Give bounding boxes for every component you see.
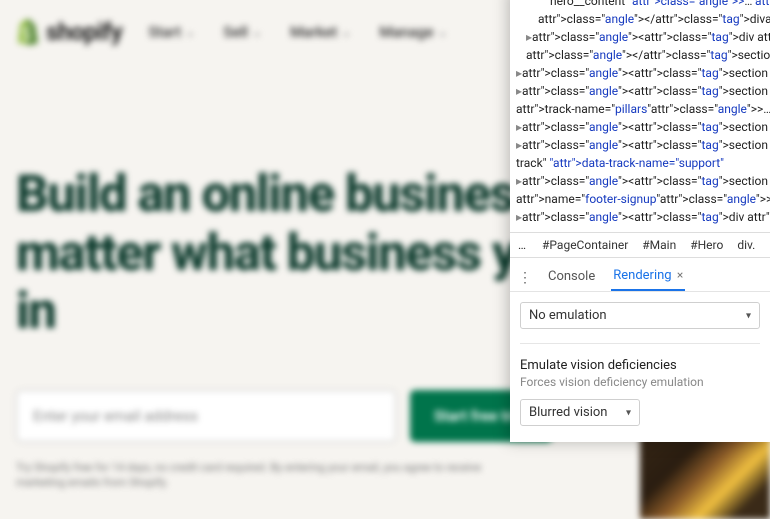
dom-tree-line[interactable]: hero__content""attr">class="angle">>…"at… [550,0,764,10]
nav-label: Manage [379,23,433,41]
vision-deficiency-select[interactable]: Blurred vision ▾ [520,399,640,426]
rendering-panel: No emulation ▾ Emulate vision deficienci… [510,292,770,442]
nav-label: Market [290,23,337,41]
drawer-tabs: ⋮ Console Rendering × [510,258,770,292]
caret-down-icon: ▾ [626,407,631,418]
dom-tree-line[interactable]: attr">name="footer-signup"attr">class="a… [516,190,764,208]
close-icon[interactable]: × [677,268,683,282]
css-media-emulation-select[interactable]: No emulation ▾ [520,302,760,329]
breadcrumb-item[interactable]: #Main [642,238,676,252]
shopify-bag-icon [16,19,40,45]
breadcrumb-item[interactable]: #Hero [690,238,723,252]
nav-item-start[interactable]: Start ⌄ [148,23,195,41]
breadcrumb-more[interactable]: … [518,238,528,252]
breadcrumb-item[interactable]: #PageContainer [542,238,628,252]
select-value: Blurred vision [529,405,608,420]
nav-item-market[interactable]: Market ⌄ [290,23,351,41]
dom-tree-line[interactable]: ▸attr">class="angle"><attr">class="tag">… [516,64,764,82]
nav-item-sell[interactable]: Sell ⌄ [223,23,262,41]
tab-label: Rendering [613,268,671,283]
fineprint: Try Shopify free for 14 days, no credit … [16,460,516,491]
dom-tree-line[interactable]: attr">track-name="pillars"attr">class="a… [516,100,764,118]
nav-label: Start [148,23,181,41]
select-value: No emulation [529,308,607,323]
chevron-down-icon: ⌄ [185,25,195,39]
dom-tree-line[interactable]: ▸attr">class="angle"><attr">class="tag">… [516,136,764,154]
breadcrumb[interactable]: … #PageContainer #Main #Hero div. [510,232,770,258]
dom-tree-line[interactable]: track" "attr">data-track-name="support" [516,154,764,172]
tab-console[interactable]: Console [546,265,597,290]
dom-tree-line[interactable]: ▸attr">class="angle"><attr">class="tag">… [516,208,764,226]
vision-deficiency-section: Emulate vision deficiencies Forces visio… [520,358,760,426]
dom-tree-line[interactable]: attr">class="angle"></attr">class="tag">… [538,10,764,28]
nav-label: Sell [223,23,248,41]
chevron-down-icon: ⌄ [438,25,448,39]
dom-tree-line[interactable]: ▸attr">class="angle"><attr">class="tag">… [516,172,764,190]
dom-tree-line[interactable]: ▸attr">class="angle"><attr">class="tag">… [526,28,764,46]
brand-name: shopify [46,18,122,46]
chevron-down-icon: ⌄ [341,25,351,39]
tab-rendering[interactable]: Rendering × [611,264,685,291]
caret-down-icon: ▾ [746,310,751,321]
kebab-menu-icon[interactable]: ⋮ [518,271,532,285]
dom-tree-line[interactable]: ▸attr">class="angle"><attr">class="tag">… [516,118,764,136]
shopify-logo[interactable]: shopify [16,18,122,46]
chevron-down-icon: ⌄ [252,25,262,39]
email-field[interactable]: Enter your email address [16,390,396,442]
section-subtitle: Forces vision deficiency emulation [520,375,760,389]
dom-tree-line[interactable]: ▸attr">class="angle"><attr">class="tag">… [516,82,764,100]
dom-tree-line[interactable]: attr">class="angle"></attr">class="tag">… [526,46,764,64]
nav-item-manage[interactable]: Manage ⌄ [379,23,447,41]
elements-dom-tree[interactable]: hero__content""attr">class="angle">>…"at… [510,0,770,232]
devtools-panel: hero__content""attr">class="angle">>…"at… [510,0,770,442]
section-title: Emulate vision deficiencies [520,358,760,373]
divider [520,343,760,344]
main-nav: Start ⌄ Sell ⌄ Market ⌄ Manage ⌄ [148,23,447,41]
breadcrumb-item[interactable]: div. [737,238,755,252]
